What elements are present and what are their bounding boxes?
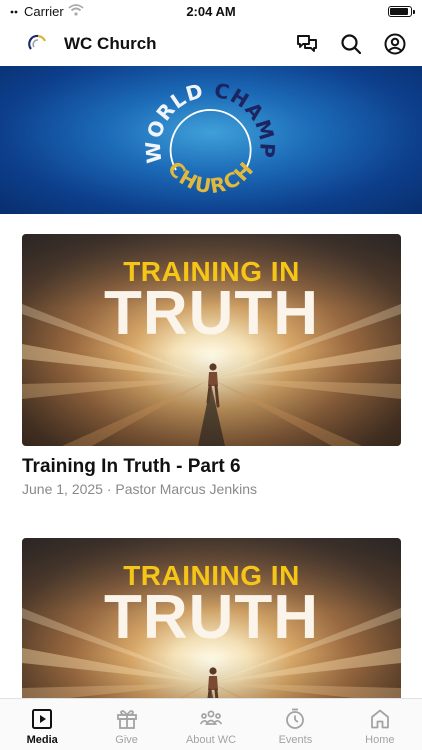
tab-media[interactable]: Media	[0, 699, 84, 750]
tab-home[interactable]: Home	[338, 699, 422, 750]
status-left: Carrier	[10, 4, 140, 19]
media-thumbnail[interactable]: TRAINING IN TRUTH	[22, 234, 401, 446]
wifi-icon	[68, 3, 84, 19]
clock-icon	[286, 708, 305, 729]
gift-icon	[116, 710, 137, 729]
tab-label: Give	[115, 734, 138, 746]
play-icon	[32, 709, 53, 729]
banner-logo-bottom: CHURCH	[163, 156, 257, 198]
runner-figure	[206, 363, 220, 408]
search-icon	[341, 34, 362, 55]
app-logo-icon	[26, 32, 50, 56]
status-bar: Carrier 2:04 AM	[0, 0, 422, 22]
tab-about[interactable]: About WC	[169, 699, 253, 750]
svg-text:WORLD CHAMPIONS: WORLD CHAMPIONS	[126, 66, 280, 164]
tab-label: About WC	[185, 734, 237, 746]
signal-dots-icon	[10, 4, 20, 19]
nav-bar: WC Church	[0, 22, 422, 66]
battery-fill	[390, 7, 408, 15]
carrier-label: Carrier	[24, 3, 64, 19]
profile-button[interactable]	[382, 31, 408, 57]
people-icon	[199, 710, 223, 725]
thumbnail-line2: TRUTH	[103, 583, 320, 652]
tab-label: Events	[278, 734, 313, 746]
account-icon	[384, 33, 406, 55]
app-title: WC Church	[64, 34, 157, 53]
media-title[interactable]: Training In Truth - Part 6	[22, 456, 401, 478]
status-time: 2:04 AM	[186, 3, 236, 19]
battery-icon	[388, 5, 415, 17]
church-logo: WORLD CHAMPIONS CHURCH	[126, 66, 280, 198]
search-button[interactable]	[338, 31, 364, 57]
tab-give[interactable]: Give	[84, 699, 168, 750]
tab-label: Home	[365, 734, 395, 746]
tab-bar: Media Give About WC Events Home	[0, 698, 422, 750]
media-subtitle: June 1, 2025 · Pastor Marcus Jenkins	[22, 481, 258, 497]
home-icon	[370, 709, 389, 729]
thumbnail-line2: TRUTH	[103, 279, 320, 348]
chat-icon	[297, 35, 317, 52]
status-right	[282, 5, 415, 17]
chat-button[interactable]	[294, 31, 320, 57]
tab-events[interactable]: Events	[253, 699, 337, 750]
nav-actions	[294, 31, 408, 57]
svg-text:CHURCH: CHURCH	[163, 156, 259, 198]
media-item[interactable]: TRAINING IN TRUTH Training In Truth - Pa…	[22, 234, 401, 497]
church-banner: WORLD CHAMPIONS CHURCH	[0, 66, 422, 214]
tab-label: Media	[26, 734, 58, 746]
